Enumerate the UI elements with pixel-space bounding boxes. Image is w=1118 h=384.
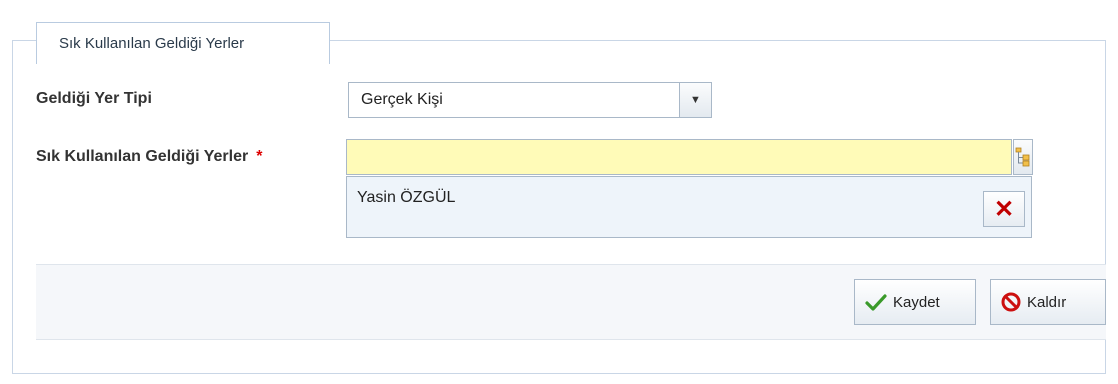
save-button[interactable]: Kaydet [854,279,976,325]
type-label-text: Geldiği Yer Tipi [36,90,152,107]
remove-item-button[interactable]: ✕ [983,191,1025,227]
required-mark: * [256,148,263,165]
type-label: Geldiği Yer Tipi [36,90,152,108]
remove-button[interactable]: Kaldır [990,279,1106,325]
remove-button-label: Kaldır [1027,293,1067,311]
action-toolbar: Kaydet Kaldır [36,264,1106,340]
chevron-down-icon[interactable]: ▼ [679,83,711,117]
favorites-label-text: Sık Kullanılan Geldiği Yerler [36,148,249,165]
type-select-value: Gerçek Kişi [361,91,443,108]
no-entry-icon [1001,292,1021,312]
lookup-button[interactable] [1013,139,1033,175]
fieldset-legend-text: Sık Kullanılan Geldiği Yerler [59,35,245,52]
type-select[interactable]: Gerçek Kişi ▼ [348,82,712,118]
tree-lookup-icon [1015,147,1030,167]
favorites-label: Sık Kullanılan Geldiği Yerler * [36,148,262,166]
fieldset-legend: Sık Kullanılan Geldiği Yerler [36,22,330,64]
favorites-input[interactable] [346,139,1012,175]
close-x-icon: ✕ [993,195,1015,223]
selected-items-list: Yasin ÖZGÜL ✕ [346,176,1032,238]
selected-item: Yasin ÖZGÜL [357,189,456,206]
save-button-label: Kaydet [893,293,940,311]
checkmark-icon [865,293,887,311]
